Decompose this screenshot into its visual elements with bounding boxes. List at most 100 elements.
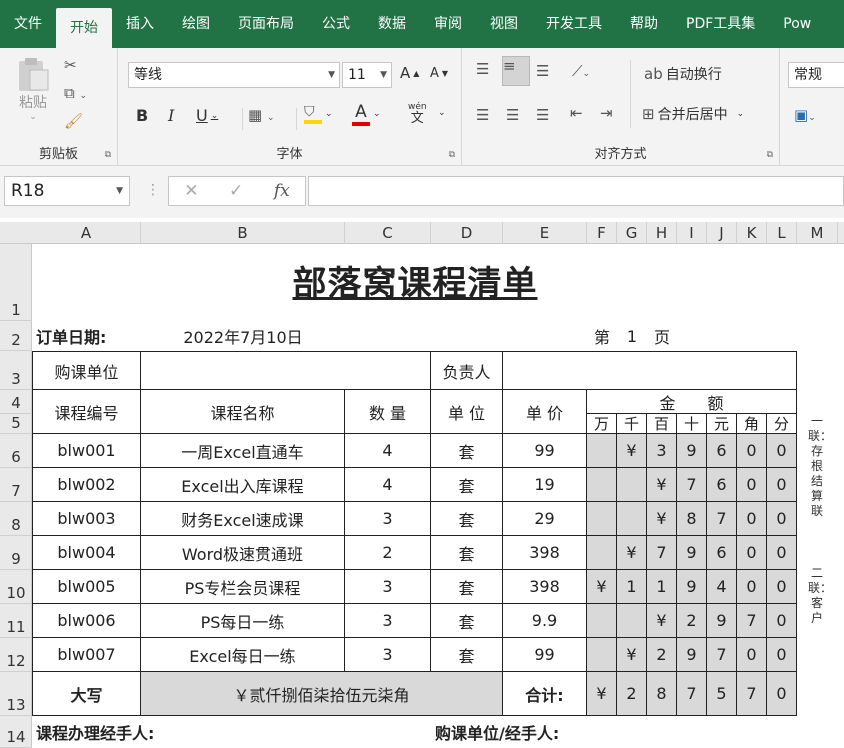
- row-header-7[interactable]: 7: [0, 468, 32, 502]
- row-header-3[interactable]: 3: [0, 351, 32, 390]
- buyer-label[interactable]: 购课单位: [32, 351, 141, 390]
- item-amount-digit[interactable]: [617, 502, 647, 536]
- item-name[interactable]: 一周Excel直通车: [141, 434, 345, 468]
- item-price[interactable]: 398: [503, 536, 587, 570]
- total-digit[interactable]: 7: [677, 672, 707, 716]
- header-digit-3[interactable]: 十: [677, 414, 707, 434]
- item-amount-digit[interactable]: 1: [617, 570, 647, 604]
- row-header-9[interactable]: 9: [0, 536, 32, 570]
- header-price[interactable]: 单 价: [503, 390, 587, 434]
- tab-9[interactable]: 开发工具: [532, 0, 616, 48]
- item-amount-digit[interactable]: ¥: [587, 570, 617, 604]
- tab-6[interactable]: 数据: [364, 0, 420, 48]
- item-amount-digit[interactable]: ¥: [617, 536, 647, 570]
- header-unit[interactable]: 单 位: [431, 390, 503, 434]
- row-header-13[interactable]: 13: [0, 672, 32, 716]
- total-digit[interactable]: 0: [767, 672, 797, 716]
- item-amount-digit[interactable]: 3: [647, 434, 677, 468]
- tab-8[interactable]: 视图: [476, 0, 532, 48]
- row-header-10[interactable]: 10: [0, 570, 32, 604]
- insert-function-icon[interactable]: fx: [274, 181, 290, 201]
- item-unit[interactable]: 套: [431, 468, 503, 502]
- item-amount-digit[interactable]: 0: [737, 536, 767, 570]
- item-amount-digit[interactable]: 0: [737, 434, 767, 468]
- tab-1[interactable]: 开始: [56, 8, 112, 48]
- paste-button[interactable]: 粘贴 ⌄: [16, 56, 50, 122]
- total-digit[interactable]: 5: [707, 672, 737, 716]
- total-label[interactable]: 合计:: [503, 672, 587, 716]
- align-top-icon[interactable]: ☰: [476, 60, 489, 78]
- page-number[interactable]: 1: [617, 321, 647, 351]
- tab-11[interactable]: PDF工具集: [672, 0, 769, 48]
- item-amount-digit[interactable]: 2: [677, 604, 707, 638]
- number-format-combo[interactable]: 常规: [788, 62, 844, 88]
- item-amount-digit[interactable]: 7: [707, 638, 737, 672]
- italic-button[interactable]: I: [168, 106, 174, 125]
- column-header-I[interactable]: I: [677, 222, 707, 244]
- item-amount-digit[interactable]: 0: [767, 604, 797, 638]
- underline-button[interactable]: U ⌄: [196, 106, 218, 125]
- chevron-down-icon[interactable]: ⌄: [438, 108, 446, 118]
- item-amount-digit[interactable]: [587, 434, 617, 468]
- column-header-E[interactable]: E: [503, 222, 587, 244]
- border-icon[interactable]: ▦ ⌄: [248, 106, 275, 124]
- item-amount-digit[interactable]: 6: [707, 468, 737, 502]
- tab-5[interactable]: 公式: [308, 0, 364, 48]
- formula-input[interactable]: [308, 176, 844, 206]
- grow-font-button[interactable]: A ▲: [400, 64, 419, 82]
- merge-center-button[interactable]: ⊞ 合并后居中 ⌄: [642, 104, 744, 124]
- item-amount-digit[interactable]: [587, 468, 617, 502]
- handler-label[interactable]: 课程办理经手人:: [32, 716, 431, 748]
- item-amount-digit[interactable]: [587, 502, 617, 536]
- item-amount-digit[interactable]: [587, 536, 617, 570]
- fill-color-button[interactable]: ⛉ ⌄: [304, 104, 333, 124]
- item-amount-digit[interactable]: ¥: [647, 468, 677, 502]
- item-qty[interactable]: 4: [345, 434, 431, 468]
- header-digit-4[interactable]: 元: [707, 414, 737, 434]
- item-amount-digit[interactable]: 0: [737, 502, 767, 536]
- item-qty[interactable]: 3: [345, 604, 431, 638]
- item-price[interactable]: 99: [503, 638, 587, 672]
- capital-label[interactable]: 大写: [32, 672, 141, 716]
- item-unit[interactable]: 套: [431, 434, 503, 468]
- tab-4[interactable]: 页面布局: [224, 0, 308, 48]
- total-digit[interactable]: 7: [737, 672, 767, 716]
- item-amount-digit[interactable]: 4: [707, 570, 737, 604]
- format-painter-icon[interactable]: 🖌: [64, 112, 83, 130]
- item-qty[interactable]: 3: [345, 570, 431, 604]
- total-digit[interactable]: ¥: [587, 672, 617, 716]
- item-amount-digit[interactable]: 7: [737, 604, 767, 638]
- item-price[interactable]: 19: [503, 468, 587, 502]
- item-amount-digit[interactable]: 8: [677, 502, 707, 536]
- row-header-1[interactable]: 1: [0, 244, 32, 321]
- item-name[interactable]: PS专栏会员课程: [141, 570, 345, 604]
- item-price[interactable]: 398: [503, 570, 587, 604]
- align-left-icon[interactable]: ☰: [476, 106, 489, 124]
- item-amount-digit[interactable]: 6: [707, 536, 737, 570]
- copy-icon[interactable]: ⧉ ⌄: [64, 84, 87, 102]
- row-header-5[interactable]: 5: [0, 414, 32, 434]
- item-qty[interactable]: 3: [345, 638, 431, 672]
- item-unit[interactable]: 套: [431, 638, 503, 672]
- wrap-text-button[interactable]: ab 自动换行: [644, 64, 722, 84]
- item-code[interactable]: blw003: [32, 502, 141, 536]
- align-middle-icon[interactable]: ≡: [502, 56, 530, 86]
- item-amount-digit[interactable]: [617, 468, 647, 502]
- buyer-handler-label[interactable]: 购课单位/经手人:: [431, 716, 647, 748]
- align-right-icon[interactable]: ☰: [536, 106, 549, 124]
- tab-3[interactable]: 绘图: [168, 0, 224, 48]
- buyer-value[interactable]: [141, 351, 431, 390]
- owner-value[interactable]: [503, 351, 797, 390]
- row-header-14[interactable]: 14: [0, 716, 32, 748]
- column-header-A[interactable]: A: [32, 222, 141, 244]
- name-box[interactable]: R18 ▼: [4, 176, 130, 206]
- cut-icon[interactable]: ✂: [64, 56, 77, 74]
- decrease-indent-icon[interactable]: ⇤: [570, 104, 583, 122]
- owner-label[interactable]: 负责人: [431, 351, 503, 390]
- header-digit-2[interactable]: 百: [647, 414, 677, 434]
- item-amount-digit[interactable]: 9: [677, 638, 707, 672]
- row-header-11[interactable]: 11: [0, 604, 32, 638]
- item-amount-digit[interactable]: 6: [707, 434, 737, 468]
- dialog-launcher-icon[interactable]: ⧉: [767, 150, 773, 160]
- cancel-icon[interactable]: ✕: [184, 181, 198, 201]
